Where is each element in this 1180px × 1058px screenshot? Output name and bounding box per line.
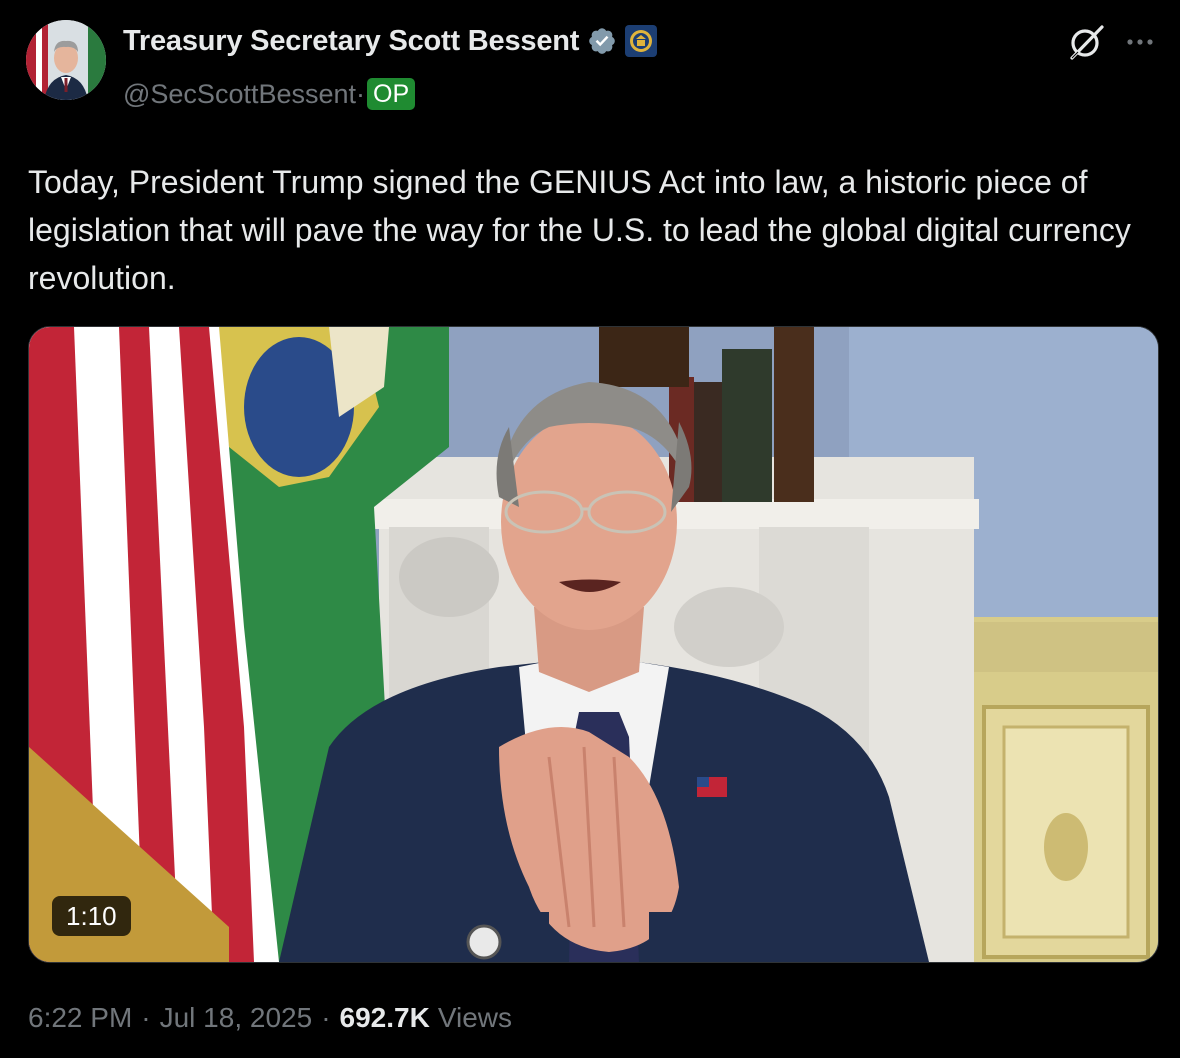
verified-badge-icon — [587, 26, 617, 56]
video-player[interactable] — [28, 326, 1159, 963]
author-display-name[interactable]: Treasury Secretary Scott Bessent — [123, 25, 579, 58]
op-badge: OP — [367, 78, 416, 110]
tweet: Treasury Secretary Scott Bessent @SecSco… — [0, 0, 1180, 1058]
tweet-time[interactable]: 6:22 PM — [28, 1002, 132, 1034]
views-label: Views — [437, 1002, 512, 1033]
author-handle-row: @SecScottBessent · OP — [123, 76, 416, 112]
video-frame — [29, 327, 1158, 962]
author-name-row: Treasury Secretary Scott Bessent — [123, 22, 658, 60]
more-options-icon[interactable] — [1122, 24, 1158, 60]
handle-separator: · — [356, 78, 366, 109]
treasury-seal-icon[interactable] — [625, 25, 658, 57]
grok-icon[interactable] — [1066, 22, 1106, 62]
tweet-date[interactable]: Jul 18, 2025 — [160, 1002, 313, 1034]
meta-separator: · — [141, 1002, 151, 1033]
tweet-text: Today, President Trump signed the GENIUS… — [28, 164, 1131, 296]
meta-separator: · — [321, 1002, 331, 1033]
author-avatar[interactable] — [26, 20, 106, 100]
tweet-meta: 6:22 PM · Jul 18, 2025 · 692.7K Views — [28, 996, 512, 1040]
video-duration-badge: 1:10 — [52, 896, 131, 936]
author-handle[interactable]: @SecScottBessent — [123, 79, 356, 110]
views-count[interactable]: 692.7K — [340, 1002, 430, 1034]
